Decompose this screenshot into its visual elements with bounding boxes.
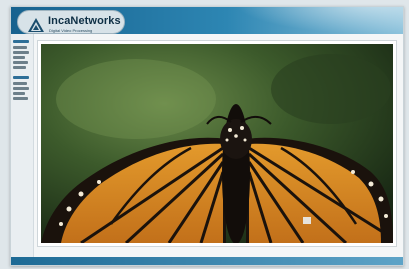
brand-name: IncaNetworks — [48, 15, 121, 27]
header-decoration — [233, 7, 403, 34]
sidebar-item[interactable] — [13, 87, 29, 90]
brand-tagline: Digital Video Processing — [49, 28, 93, 33]
butterfly-illustration — [41, 44, 393, 243]
sidebar — [11, 34, 34, 265]
app-window: IncaNetworks Digital Video Processing — [10, 6, 404, 266]
sidebar-item[interactable] — [13, 92, 25, 95]
inca-triangle-logo-icon — [28, 18, 44, 32]
butterfly-image — [41, 44, 393, 243]
sidebar-item[interactable] — [13, 66, 26, 69]
logo[interactable]: IncaNetworks Digital Video Processing — [17, 10, 125, 34]
sidebar-item[interactable] — [13, 46, 27, 49]
header-bar: IncaNetworks Digital Video Processing — [11, 7, 403, 34]
sidebar-section-heading — [13, 76, 29, 79]
sidebar-item[interactable] — [13, 82, 27, 85]
sidebar-section-heading — [13, 40, 29, 43]
footer-bar — [11, 257, 403, 265]
sidebar-item[interactable] — [13, 97, 28, 100]
sidebar-item[interactable] — [13, 56, 25, 59]
video-viewer[interactable] — [37, 40, 397, 247]
sidebar-item[interactable] — [13, 61, 28, 64]
sidebar-item[interactable] — [13, 51, 29, 54]
